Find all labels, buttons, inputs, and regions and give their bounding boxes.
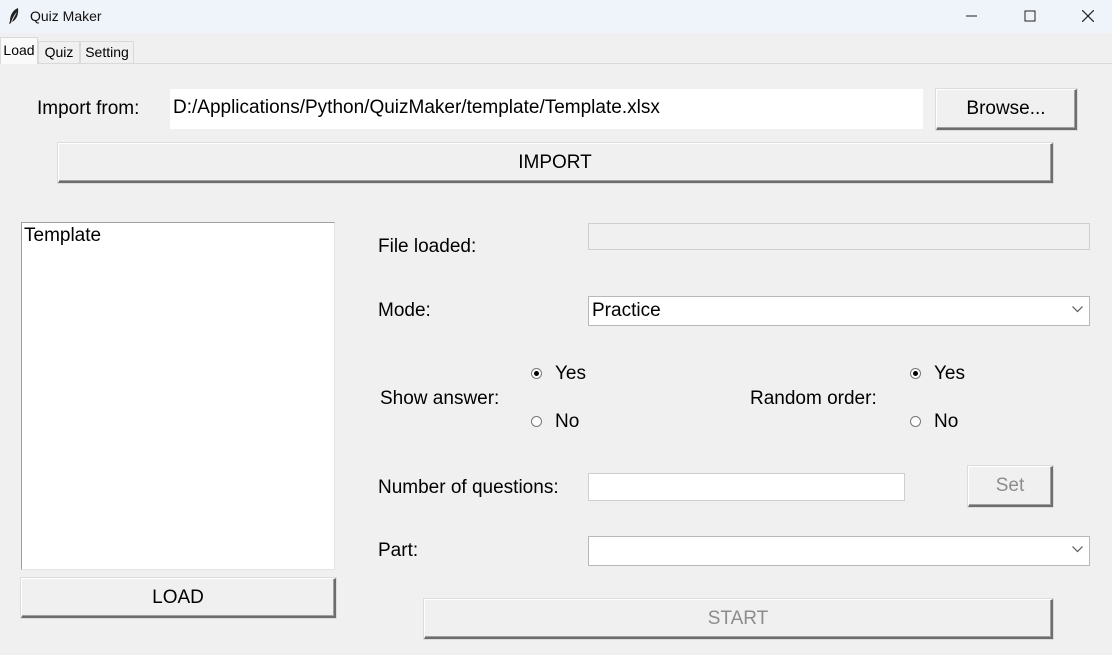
load-button[interactable]: LOAD — [21, 578, 336, 618]
random-order-no-label: No — [934, 411, 959, 432]
tab-load[interactable]: Load — [0, 37, 38, 64]
num-questions-label: Number of questions: — [378, 477, 559, 498]
maximize-icon — [1024, 10, 1036, 22]
set-button[interactable]: Set — [968, 466, 1053, 507]
tab-setting[interactable]: Setting — [80, 41, 134, 63]
list-item[interactable]: Template — [22, 223, 334, 249]
part-label: Part: — [378, 540, 419, 561]
minimize-icon — [966, 15, 977, 17]
random-order-yes-label: Yes — [934, 363, 965, 384]
browse-button[interactable]: Browse... — [936, 89, 1077, 130]
file-loaded-label: File loaded: — [378, 236, 477, 257]
radio-unselected-icon — [910, 416, 921, 427]
close-button[interactable] — [1060, 0, 1112, 33]
chevron-down-icon — [1072, 546, 1083, 553]
show-answer-label: Show answer: — [380, 388, 500, 409]
maximize-button[interactable] — [1002, 0, 1060, 33]
part-select[interactable] — [588, 536, 1090, 566]
mode-select-value: Practice — [592, 300, 661, 321]
chevron-down-icon — [1072, 306, 1083, 313]
import-button[interactable]: IMPORT — [58, 143, 1053, 183]
radio-unselected-icon — [531, 416, 542, 427]
window-title: Quiz Maker — [30, 8, 102, 24]
title-bar: Quiz Maker — [0, 0, 1112, 33]
close-icon — [1082, 10, 1094, 22]
tab-divider — [0, 63, 1112, 64]
file-loaded-field — [588, 223, 1090, 250]
tab-bar: Load Quiz Setting — [0, 37, 1112, 64]
show-answer-yes-label: Yes — [555, 363, 586, 384]
radio-selected-icon — [910, 368, 921, 379]
quiz-maker-window: Quiz Maker Load Quiz Setting Import from… — [0, 0, 1112, 655]
tab-quiz[interactable]: Quiz — [38, 41, 80, 63]
feather-icon — [9, 8, 19, 24]
import-path-input[interactable]: D:/Applications/Python/QuizMaker/templat… — [170, 89, 923, 129]
random-order-label: Random order: — [750, 388, 877, 409]
mode-label: Mode: — [378, 300, 431, 321]
mode-select[interactable]: Practice — [588, 296, 1090, 326]
radio-selected-icon — [531, 368, 542, 379]
minimize-button[interactable] — [944, 0, 1002, 33]
import-label: Import from: — [37, 98, 140, 119]
file-listbox[interactable]: Template — [21, 222, 335, 570]
show-answer-no-label: No — [555, 411, 580, 432]
start-button[interactable]: START — [424, 599, 1053, 639]
num-questions-input[interactable] — [588, 473, 905, 501]
